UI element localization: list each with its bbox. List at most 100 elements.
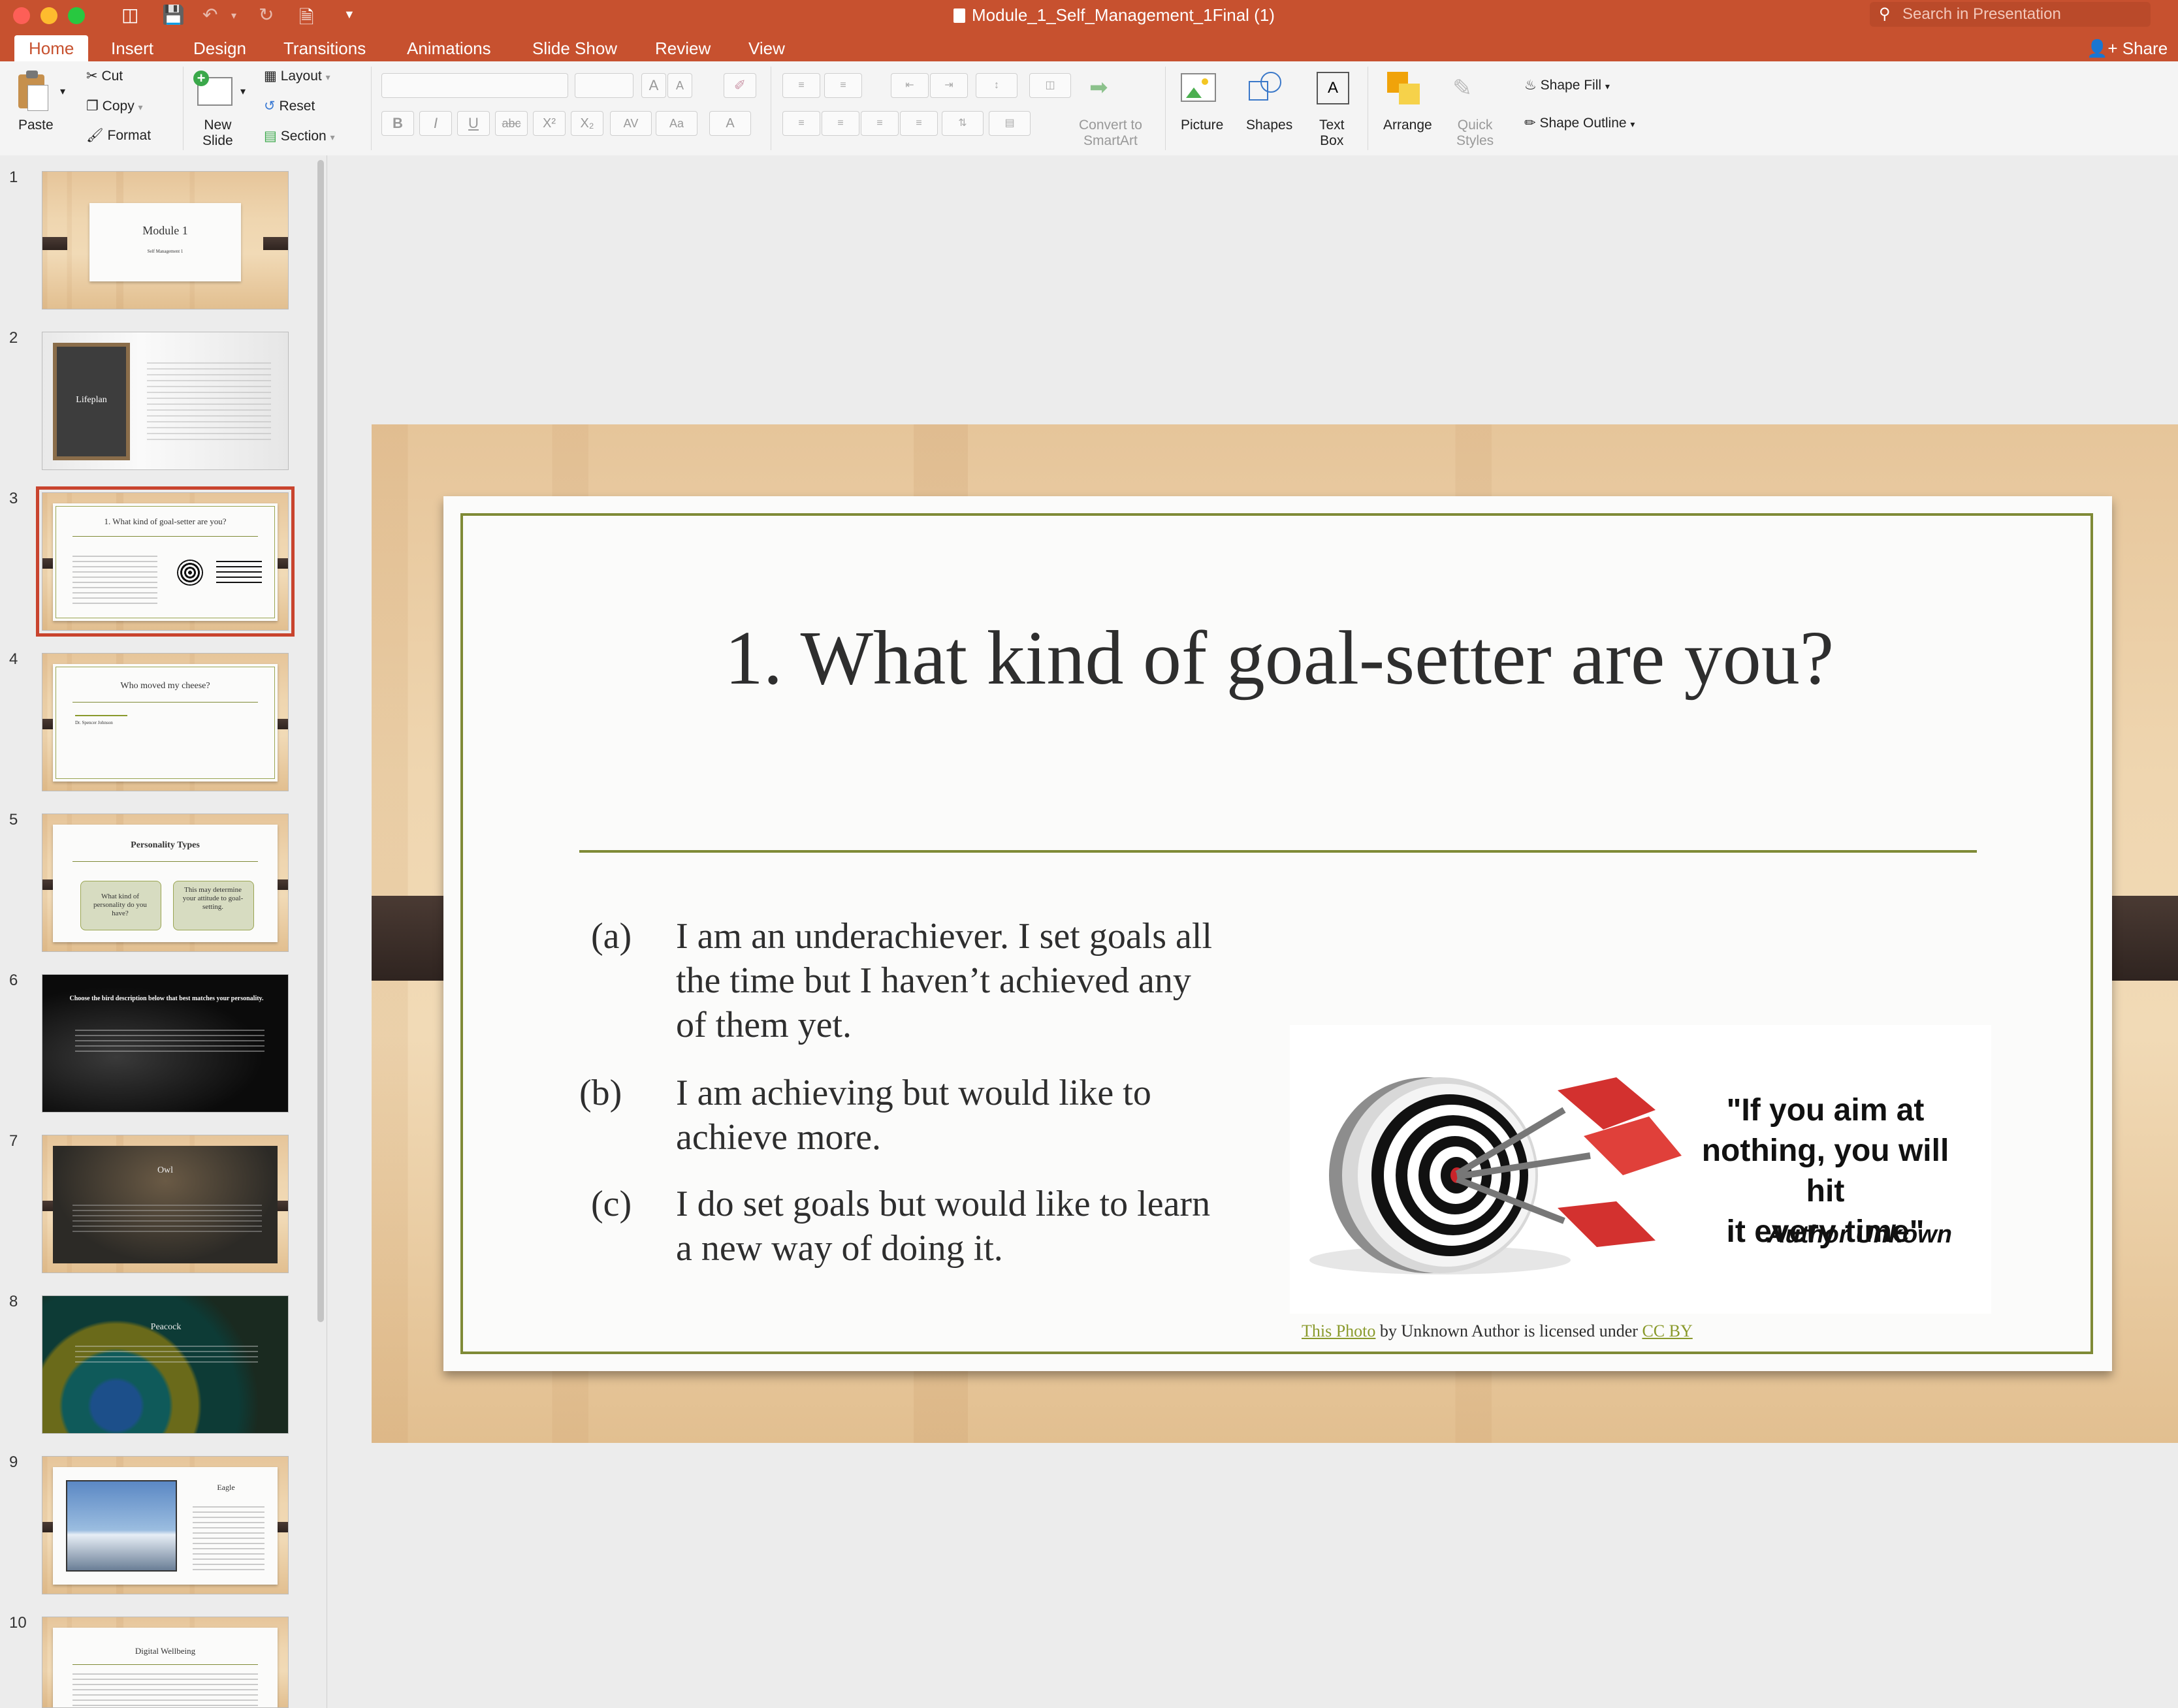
change-case-button[interactable]: Aa: [656, 111, 697, 136]
slide-thumbnail-3[interactable]: 1. What kind of goal-setter are you?: [36, 486, 295, 637]
new-slide-button[interactable]: New Slide: [202, 118, 233, 149]
save-icon[interactable]: 💾: [162, 4, 185, 25]
sidebar-toggle-icon[interactable]: ◫: [121, 4, 138, 25]
list-item-a[interactable]: (a) I am an underachiever. I set goals a…: [561, 914, 1214, 1047]
share-button[interactable]: 👤+ Share: [2087, 35, 2168, 61]
slide-thumbnail-7[interactable]: Owl: [42, 1135, 289, 1273]
align-right-button[interactable]: ≡: [861, 111, 899, 136]
close-window-button[interactable]: [13, 7, 30, 24]
layout-button[interactable]: ▦ Layout ▾: [264, 68, 330, 84]
list-marker: (b): [579, 1073, 622, 1113]
new-slide-icon[interactable]: +: [193, 71, 232, 108]
photo-link[interactable]: This Photo: [1302, 1321, 1375, 1340]
slide-thumbnail-10[interactable]: Digital Wellbeing: [42, 1617, 289, 1708]
text-lines: [147, 362, 271, 441]
list-item-c[interactable]: (c) I do set goals but would like to lea…: [561, 1182, 1214, 1271]
font-size-select[interactable]: [575, 73, 633, 98]
paste-icon[interactable]: [16, 71, 48, 111]
arrange-button[interactable]: Arrange: [1383, 118, 1432, 133]
paste-button[interactable]: Paste: [18, 118, 54, 133]
picture-button[interactable]: Picture: [1181, 118, 1223, 133]
arrange-icon[interactable]: [1387, 72, 1424, 104]
copy-button[interactable]: ❐ Copy ▾: [86, 98, 143, 114]
new-document-icon[interactable]: 🗎: [299, 4, 314, 35]
bullets-button[interactable]: ≡: [782, 73, 820, 98]
quick-styles-icon[interactable]: ✎: [1452, 74, 1492, 104]
current-slide[interactable]: 1. What kind of goal-setter are you? (a)…: [372, 424, 2178, 1443]
zoom-window-button[interactable]: [68, 7, 85, 24]
list-item-b[interactable]: (b) I am achieving but would like to ach…: [561, 1071, 1214, 1160]
slide-thumbnail-5[interactable]: Personality Types What kind of personali…: [42, 814, 289, 952]
undo-icon[interactable]: ↶: [202, 4, 217, 25]
tab-design[interactable]: Design: [193, 35, 246, 61]
numbering-button[interactable]: ≡: [824, 73, 862, 98]
tab-view[interactable]: View: [748, 35, 785, 61]
slide-thumbnail-9[interactable]: Eagle: [42, 1456, 289, 1594]
shape-fill-button[interactable]: ♨ Shape Fill ▾: [1524, 77, 1610, 93]
tab-transitions[interactable]: Transitions: [283, 35, 366, 61]
thumbnail-number: 1: [9, 168, 18, 186]
slide-thumbnail-1[interactable]: Module 1 Self Management 1: [42, 171, 289, 309]
section-button[interactable]: ▤ Section ▾: [264, 128, 335, 144]
font-name-select[interactable]: [381, 73, 568, 98]
shape-outline-button[interactable]: ✏ Shape Outline ▾: [1524, 115, 1635, 131]
search-input[interactable]: ⚲ Search in Presentation: [1870, 2, 2151, 27]
format-painter-button[interactable]: 🖌 Format: [86, 128, 151, 144]
customize-toolbar-icon[interactable]: ▼: [344, 8, 355, 22]
decrease-indent-button[interactable]: ⇤: [891, 73, 929, 98]
clear-formatting-button[interactable]: ✐: [724, 73, 756, 98]
text-direction-button[interactable]: ⇅: [942, 111, 984, 136]
align-left-button[interactable]: ≡: [782, 111, 820, 136]
dartboard-quote-image[interactable]: "If you aim at nothing, you will hit it …: [1290, 1025, 1991, 1314]
redo-icon[interactable]: ↻: [259, 4, 274, 25]
layout-icon: ▦: [264, 69, 277, 84]
slide-title[interactable]: 1. What kind of goal-setter are you?: [535, 614, 2024, 703]
tab-animations[interactable]: Animations: [407, 35, 491, 61]
underline-button[interactable]: U: [457, 111, 490, 136]
increase-indent-button[interactable]: ⇥: [930, 73, 968, 98]
slide-thumbnail-6[interactable]: Choose the bird description below that b…: [42, 974, 289, 1113]
smartart-icon[interactable]: ➡: [1089, 74, 1129, 103]
justify-button[interactable]: ≡: [900, 111, 938, 136]
character-spacing-button[interactable]: AV: [610, 111, 652, 136]
slide-thumbnail-2[interactable]: Lifeplan: [42, 332, 289, 470]
thumbnail-scrollbar[interactable]: [317, 160, 324, 1322]
decrease-font-size-button[interactable]: A: [667, 73, 692, 98]
tab-review[interactable]: Review: [655, 35, 711, 61]
superscript-button[interactable]: X²: [533, 111, 566, 136]
cut-button[interactable]: ✂ Cut: [86, 68, 123, 84]
paste-dropdown-icon[interactable]: ▾: [60, 85, 65, 98]
convert-to-smartart-button[interactable]: Convert to SmartArt: [1079, 118, 1142, 149]
slide-thumbnail-8[interactable]: Peacock: [42, 1295, 289, 1434]
minimize-window-button[interactable]: [40, 7, 57, 24]
subscript-button[interactable]: X₂: [571, 111, 603, 136]
new-slide-dropdown-icon[interactable]: ▾: [240, 85, 246, 98]
shapes-icon[interactable]: [1249, 72, 1285, 104]
increase-font-size-button[interactable]: A: [641, 73, 666, 98]
line-spacing-button[interactable]: ↕: [976, 73, 1017, 98]
eagle-photo: [66, 1480, 177, 1572]
undo-dropdown-icon[interactable]: ▾: [231, 9, 236, 22]
strikethrough-button[interactable]: abc: [495, 111, 528, 136]
columns-button[interactable]: ◫: [1029, 73, 1071, 98]
tab-home[interactable]: Home: [14, 35, 89, 61]
bold-button[interactable]: B: [381, 111, 414, 136]
shapes-button[interactable]: Shapes: [1246, 118, 1292, 133]
strap-right: [263, 237, 288, 250]
text-box-icon[interactable]: A: [1317, 72, 1349, 104]
license-link[interactable]: CC BY: [1642, 1321, 1692, 1340]
italic-button[interactable]: I: [419, 111, 452, 136]
text-box-button[interactable]: Text Box: [1319, 118, 1345, 149]
tab-insert[interactable]: Insert: [111, 35, 153, 61]
align-text-button[interactable]: ▤: [989, 111, 1031, 136]
slide-thumbnail-4[interactable]: Who moved my cheese? Dr. Spencer Johnson: [42, 653, 289, 791]
thumbnail-title: Peacock: [150, 1322, 182, 1332]
font-color-button[interactable]: A: [709, 111, 751, 136]
picture-icon[interactable]: [1181, 73, 1216, 102]
quick-styles-button[interactable]: Quick Styles: [1456, 118, 1494, 149]
quote-line: nothing, you will hit: [1701, 1133, 1949, 1209]
align-center-button[interactable]: ≡: [822, 111, 859, 136]
reset-button[interactable]: ↺ Reset: [264, 98, 315, 114]
tab-slide-show[interactable]: Slide Show: [532, 35, 617, 61]
ribbon-tabs: Home Insert Design Transitions Animation…: [0, 31, 2178, 61]
